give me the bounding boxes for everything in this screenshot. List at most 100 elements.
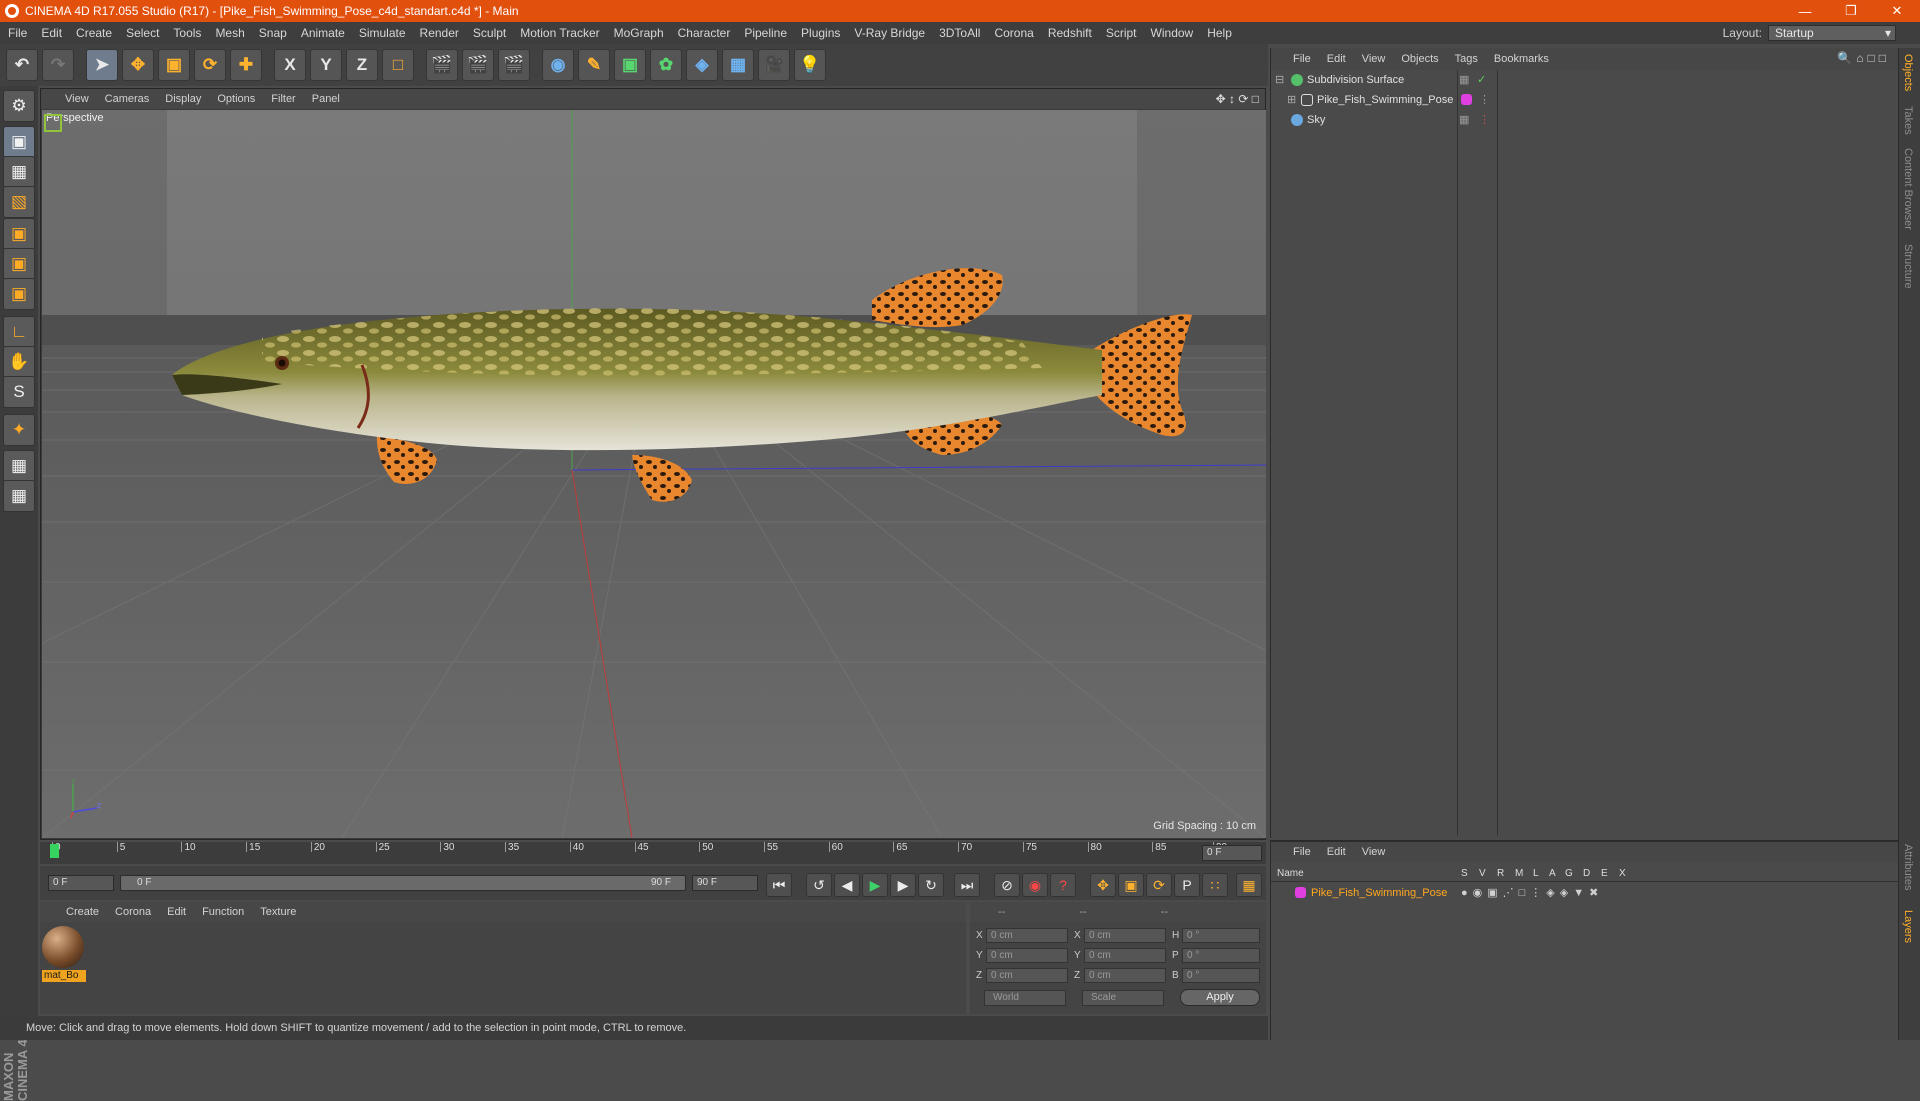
tab-objects[interactable]: Objects bbox=[1902, 54, 1914, 91]
transform-icon[interactable]: ✚ bbox=[230, 49, 262, 81]
menu-corona[interactable]: Corona bbox=[994, 26, 1033, 40]
menu-file[interactable]: File bbox=[8, 26, 27, 40]
play-icon[interactable]: ▶ bbox=[862, 873, 888, 897]
record-rotation-icon[interactable]: ⟳ bbox=[1146, 873, 1172, 897]
menu-select[interactable]: Select bbox=[126, 26, 159, 40]
menu-3dtoall[interactable]: 3DToAll bbox=[939, 26, 980, 40]
menu-sculpt[interactable]: Sculpt bbox=[473, 26, 506, 40]
apply-button[interactable]: Apply bbox=[1180, 989, 1260, 1006]
step-back-icon[interactable]: ◀ bbox=[834, 873, 860, 897]
size-mode-dropdown[interactable]: Scale bbox=[1082, 990, 1164, 1006]
om-menu-tags[interactable]: Tags bbox=[1455, 53, 1478, 65]
menu-snap[interactable]: Snap bbox=[259, 26, 287, 40]
enabled-check-icon[interactable]: ✓ bbox=[1477, 70, 1486, 90]
position-y-field[interactable]: 0 cm bbox=[986, 948, 1068, 963]
om-menu-file[interactable]: File bbox=[1293, 53, 1311, 65]
record-parameter-icon[interactable]: P bbox=[1174, 873, 1200, 897]
visibility-dots-icon[interactable]: ▦ bbox=[1459, 70, 1469, 90]
layer-toggles-icon[interactable]: ●◉▣⋰□⋮◈◈▼✖ bbox=[1461, 884, 1603, 902]
render-settings-icon[interactable]: 🎬 bbox=[498, 49, 530, 81]
mat-menu-corona[interactable]: Corona bbox=[115, 906, 151, 918]
workplane-mode-icon[interactable]: ▧ bbox=[3, 186, 35, 218]
autokeying-icon[interactable]: ◉ bbox=[1022, 873, 1048, 897]
undo-icon[interactable]: ↶ bbox=[6, 49, 38, 81]
position-x-field[interactable]: 0 cm bbox=[986, 928, 1068, 943]
layer-row[interactable]: Pike_Fish_Swimming_Pose ●◉▣⋰□⋮◈◈▼✖ bbox=[1271, 884, 1899, 902]
menu-character[interactable]: Character bbox=[678, 26, 731, 40]
layer-color-tag-icon[interactable] bbox=[1461, 94, 1472, 105]
lock-workplane-icon[interactable]: ▦ bbox=[3, 450, 35, 482]
snap-icon[interactable]: ✦ bbox=[3, 414, 35, 446]
menu-create[interactable]: Create bbox=[76, 26, 112, 40]
record-scale-icon[interactable]: ▣ bbox=[1118, 873, 1144, 897]
object-row-sky[interactable]: Sky ▦ ⋮ bbox=[1271, 110, 1899, 130]
object-row-subdivision-surface[interactable]: ⊟ Subdivision Surface ▦ ✓ bbox=[1271, 70, 1899, 90]
render-view-icon[interactable]: 🎬 bbox=[426, 49, 458, 81]
om-menu-bookmarks[interactable]: Bookmarks bbox=[1494, 53, 1549, 65]
edges-mode-icon[interactable]: ▣ bbox=[3, 248, 35, 280]
layout-select[interactable]: Startup bbox=[1768, 25, 1896, 41]
size-z-field[interactable]: 0 cm bbox=[1084, 968, 1166, 983]
record-position-icon[interactable]: ✥ bbox=[1090, 873, 1116, 897]
perspective-viewport[interactable]: View Cameras Display Options Filter Pane… bbox=[40, 88, 1266, 840]
rotation-h-field[interactable]: 0 ° bbox=[1182, 928, 1260, 943]
polygons-mode-icon[interactable]: ▣ bbox=[3, 278, 35, 310]
camera-icon[interactable]: 🎥 bbox=[758, 49, 790, 81]
ly-menu-view[interactable]: View bbox=[1362, 846, 1386, 858]
vp-menu-display[interactable]: Display bbox=[165, 93, 201, 105]
mat-menu-texture[interactable]: Texture bbox=[260, 906, 296, 918]
vp-menu-view[interactable]: View bbox=[65, 93, 89, 105]
object-row-pike-fish[interactable]: ⊞ Pike_Fish_Swimming_Pose ⋮ bbox=[1271, 90, 1899, 110]
om-menu-objects[interactable]: Objects bbox=[1401, 53, 1438, 65]
tweak-mode-icon[interactable]: ✋ bbox=[3, 346, 35, 378]
model-mode-icon[interactable]: ▣ bbox=[3, 126, 35, 158]
z-axis-icon[interactable]: Z bbox=[346, 49, 378, 81]
go-to-end-icon[interactable]: ⏭ bbox=[954, 873, 980, 897]
scale-icon[interactable]: ▣ bbox=[158, 49, 190, 81]
om-menu-edit[interactable]: Edit bbox=[1327, 53, 1346, 65]
render-picture-viewer-icon[interactable]: 🎬 bbox=[462, 49, 494, 81]
mat-menu-edit[interactable]: Edit bbox=[167, 906, 186, 918]
collapse-toggle-icon[interactable]: ⊟ bbox=[1275, 70, 1284, 90]
material-swatch[interactable]: mat_Bo bbox=[42, 926, 86, 982]
layer-color-icon[interactable] bbox=[1295, 887, 1306, 898]
close-icon[interactable]: ✕ bbox=[1874, 3, 1920, 19]
tab-layers[interactable]: Layers bbox=[1902, 910, 1914, 943]
tab-takes[interactable]: Takes bbox=[1902, 106, 1914, 135]
rotate-icon[interactable]: ⟳ bbox=[194, 49, 226, 81]
menu-motion-tracker[interactable]: Motion Tracker bbox=[520, 26, 599, 40]
timeline-window-icon[interactable]: ▦ bbox=[1236, 873, 1262, 897]
cube-icon[interactable]: ◉ bbox=[542, 49, 574, 81]
floor-icon[interactable]: ▦ bbox=[722, 49, 754, 81]
vp-menu-filter[interactable]: Filter bbox=[271, 93, 295, 105]
redo-icon[interactable]: ↷ bbox=[42, 49, 74, 81]
visibility-dots-icon[interactable]: ⋮ bbox=[1479, 110, 1490, 130]
tab-attributes[interactable]: Attributes bbox=[1902, 844, 1914, 890]
menu-plugins[interactable]: Plugins bbox=[801, 26, 840, 40]
playhead[interactable] bbox=[50, 844, 59, 858]
menu-mograph[interactable]: MoGraph bbox=[614, 26, 664, 40]
end-frame-field[interactable]: 90 F bbox=[692, 875, 758, 891]
light-icon[interactable]: 💡 bbox=[794, 49, 826, 81]
y-axis-icon[interactable]: Y bbox=[310, 49, 342, 81]
menu-pipeline[interactable]: Pipeline bbox=[744, 26, 787, 40]
minimize-icon[interactable]: — bbox=[1782, 4, 1828, 19]
workplane-icon[interactable]: ▦ bbox=[3, 480, 35, 512]
record-pla-icon[interactable]: ∷ bbox=[1202, 873, 1228, 897]
rotation-p-field[interactable]: 0 ° bbox=[1182, 948, 1260, 963]
texture-mode-icon[interactable]: ▦ bbox=[3, 156, 35, 188]
viewport-navigation-icons[interactable]: ✥ ↕ ⟳ □ bbox=[1216, 92, 1259, 106]
menu-edit[interactable]: Edit bbox=[41, 26, 62, 40]
menu-animate[interactable]: Animate bbox=[301, 26, 345, 40]
om-menu-view[interactable]: View bbox=[1362, 53, 1386, 65]
mat-menu-function[interactable]: Function bbox=[202, 906, 244, 918]
expand-toggle-icon[interactable]: ⊞ bbox=[1287, 90, 1296, 110]
menu-script[interactable]: Script bbox=[1106, 26, 1137, 40]
next-key-icon[interactable]: ↻ bbox=[918, 873, 944, 897]
visibility-dots-icon[interactable]: ▦ bbox=[1459, 110, 1469, 130]
axis-mode-icon[interactable]: ∟ bbox=[3, 316, 35, 348]
previous-key-icon[interactable]: ↺ bbox=[806, 873, 832, 897]
menu-window[interactable]: Window bbox=[1151, 26, 1194, 40]
ly-menu-file[interactable]: File bbox=[1293, 846, 1311, 858]
menu-tools[interactable]: Tools bbox=[173, 26, 201, 40]
